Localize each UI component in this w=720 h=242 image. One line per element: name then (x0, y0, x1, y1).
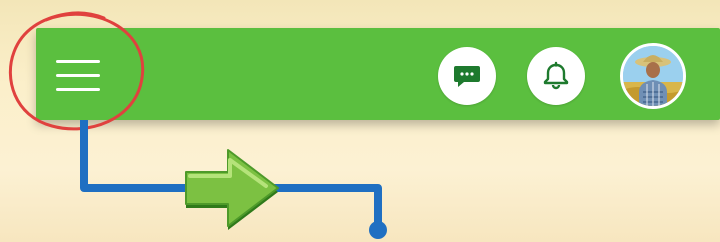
bell-icon (543, 61, 569, 90)
hamburger-menu-icon (56, 60, 100, 63)
notifications-button[interactable] (527, 47, 585, 105)
chat-bubble-icon (454, 66, 480, 87)
right-arrow-icon (185, 149, 279, 230)
app-header-bar (36, 28, 720, 120)
user-photo-image (623, 46, 683, 106)
connector-end-dot (369, 221, 387, 239)
hamburger-line (56, 74, 100, 77)
hamburger-menu-button[interactable] (56, 56, 102, 96)
hamburger-line (56, 88, 100, 91)
messages-button[interactable] (438, 47, 496, 105)
user-avatar[interactable] (620, 43, 686, 109)
